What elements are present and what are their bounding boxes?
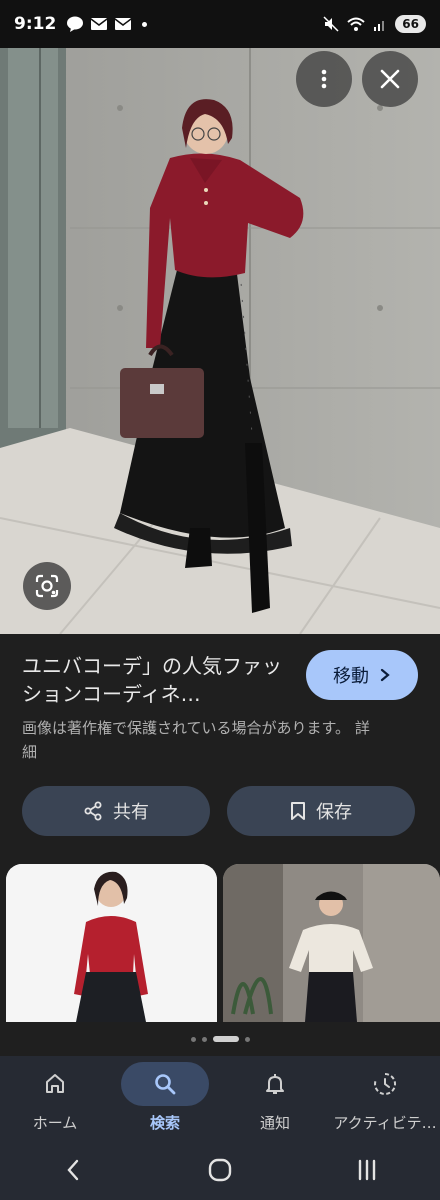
battery-indicator: 66 xyxy=(395,15,426,33)
status-time: 9:12 xyxy=(14,14,57,34)
line-icon xyxy=(67,16,84,32)
recents-button[interactable] xyxy=(337,1150,397,1190)
more-vert-icon xyxy=(321,69,327,89)
bell-icon xyxy=(266,1074,284,1094)
system-navigation-bar xyxy=(0,1140,440,1200)
search-icon xyxy=(155,1074,176,1095)
nav-notifications-label: 通知 xyxy=(259,1114,290,1132)
fashion-photo xyxy=(0,48,440,634)
nav-search[interactable]: 検索 xyxy=(110,1056,220,1140)
nav-home-pill xyxy=(11,1062,99,1106)
recents-icon xyxy=(358,1159,375,1181)
nav-activity-pill xyxy=(341,1062,429,1106)
mail-icon xyxy=(90,18,108,30)
copyright-notice[interactable]: 画像は著作権で保護されている場合があります。 詳細 xyxy=(22,716,382,764)
nav-notifications-pill xyxy=(231,1062,319,1106)
pager-dot-active xyxy=(212,1036,239,1042)
status-bar: 9:12 66 xyxy=(0,0,440,48)
mail-icon xyxy=(114,18,132,30)
save-label: 保存 xyxy=(316,802,352,823)
nav-search-label: 検索 xyxy=(149,1114,180,1132)
mute-icon xyxy=(323,16,339,32)
nav-activity[interactable]: アクティビテ… xyxy=(330,1056,440,1140)
close-button[interactable] xyxy=(362,51,418,107)
activity-icon xyxy=(374,1072,397,1095)
more-options-button[interactable] xyxy=(296,51,352,107)
related-photo-1 xyxy=(6,864,217,1022)
chevron-right-icon xyxy=(380,668,390,682)
nav-notifications[interactable]: 通知 xyxy=(220,1056,330,1140)
bottom-navigation: ホーム 検索 通知 アクティビテ… xyxy=(0,1056,440,1140)
notification-icons xyxy=(66,16,148,32)
status-right: 66 xyxy=(323,15,426,33)
pager-dot xyxy=(190,1036,196,1042)
visit-button-label: 移動 xyxy=(333,666,369,687)
home-circle-icon xyxy=(208,1158,232,1182)
nav-activity-label: アクティビテ… xyxy=(333,1114,437,1132)
lens-search-button[interactable] xyxy=(23,562,71,610)
signal-icon xyxy=(374,21,385,31)
share-button[interactable]: 共有 xyxy=(22,786,210,836)
save-button[interactable]: 保存 xyxy=(227,786,415,836)
home-system-button[interactable] xyxy=(190,1150,250,1190)
result-image[interactable] xyxy=(0,48,440,634)
pager-dot xyxy=(201,1036,207,1042)
lens-icon xyxy=(35,574,59,598)
close-icon xyxy=(380,69,400,89)
bookmark-icon xyxy=(291,802,305,820)
wifi-icon xyxy=(347,17,365,31)
nav-home[interactable]: ホーム xyxy=(0,1056,110,1140)
result-title[interactable]: ユニバコーデ」の人気ファッションコーディネ… xyxy=(22,652,292,708)
related-image-1[interactable] xyxy=(6,864,217,1022)
share-icon xyxy=(84,801,102,821)
related-photo-2 xyxy=(223,864,440,1022)
image-pager xyxy=(0,1032,440,1046)
related-image-2[interactable] xyxy=(223,864,440,1022)
back-button[interactable] xyxy=(43,1150,103,1190)
back-icon xyxy=(67,1159,79,1181)
visit-button[interactable]: 移動 xyxy=(306,650,418,700)
related-images xyxy=(0,864,440,1022)
home-icon xyxy=(46,1074,64,1093)
more-notifications-dot xyxy=(142,21,148,27)
result-info-panel: ユニバコーデ」の人気ファッションコーディネ… 移動 画像は著作権で保護されている… xyxy=(0,634,440,864)
pager-dot xyxy=(244,1036,250,1042)
nav-home-label: ホーム xyxy=(32,1114,78,1132)
share-label: 共有 xyxy=(113,802,149,823)
nav-search-pill xyxy=(121,1062,209,1106)
